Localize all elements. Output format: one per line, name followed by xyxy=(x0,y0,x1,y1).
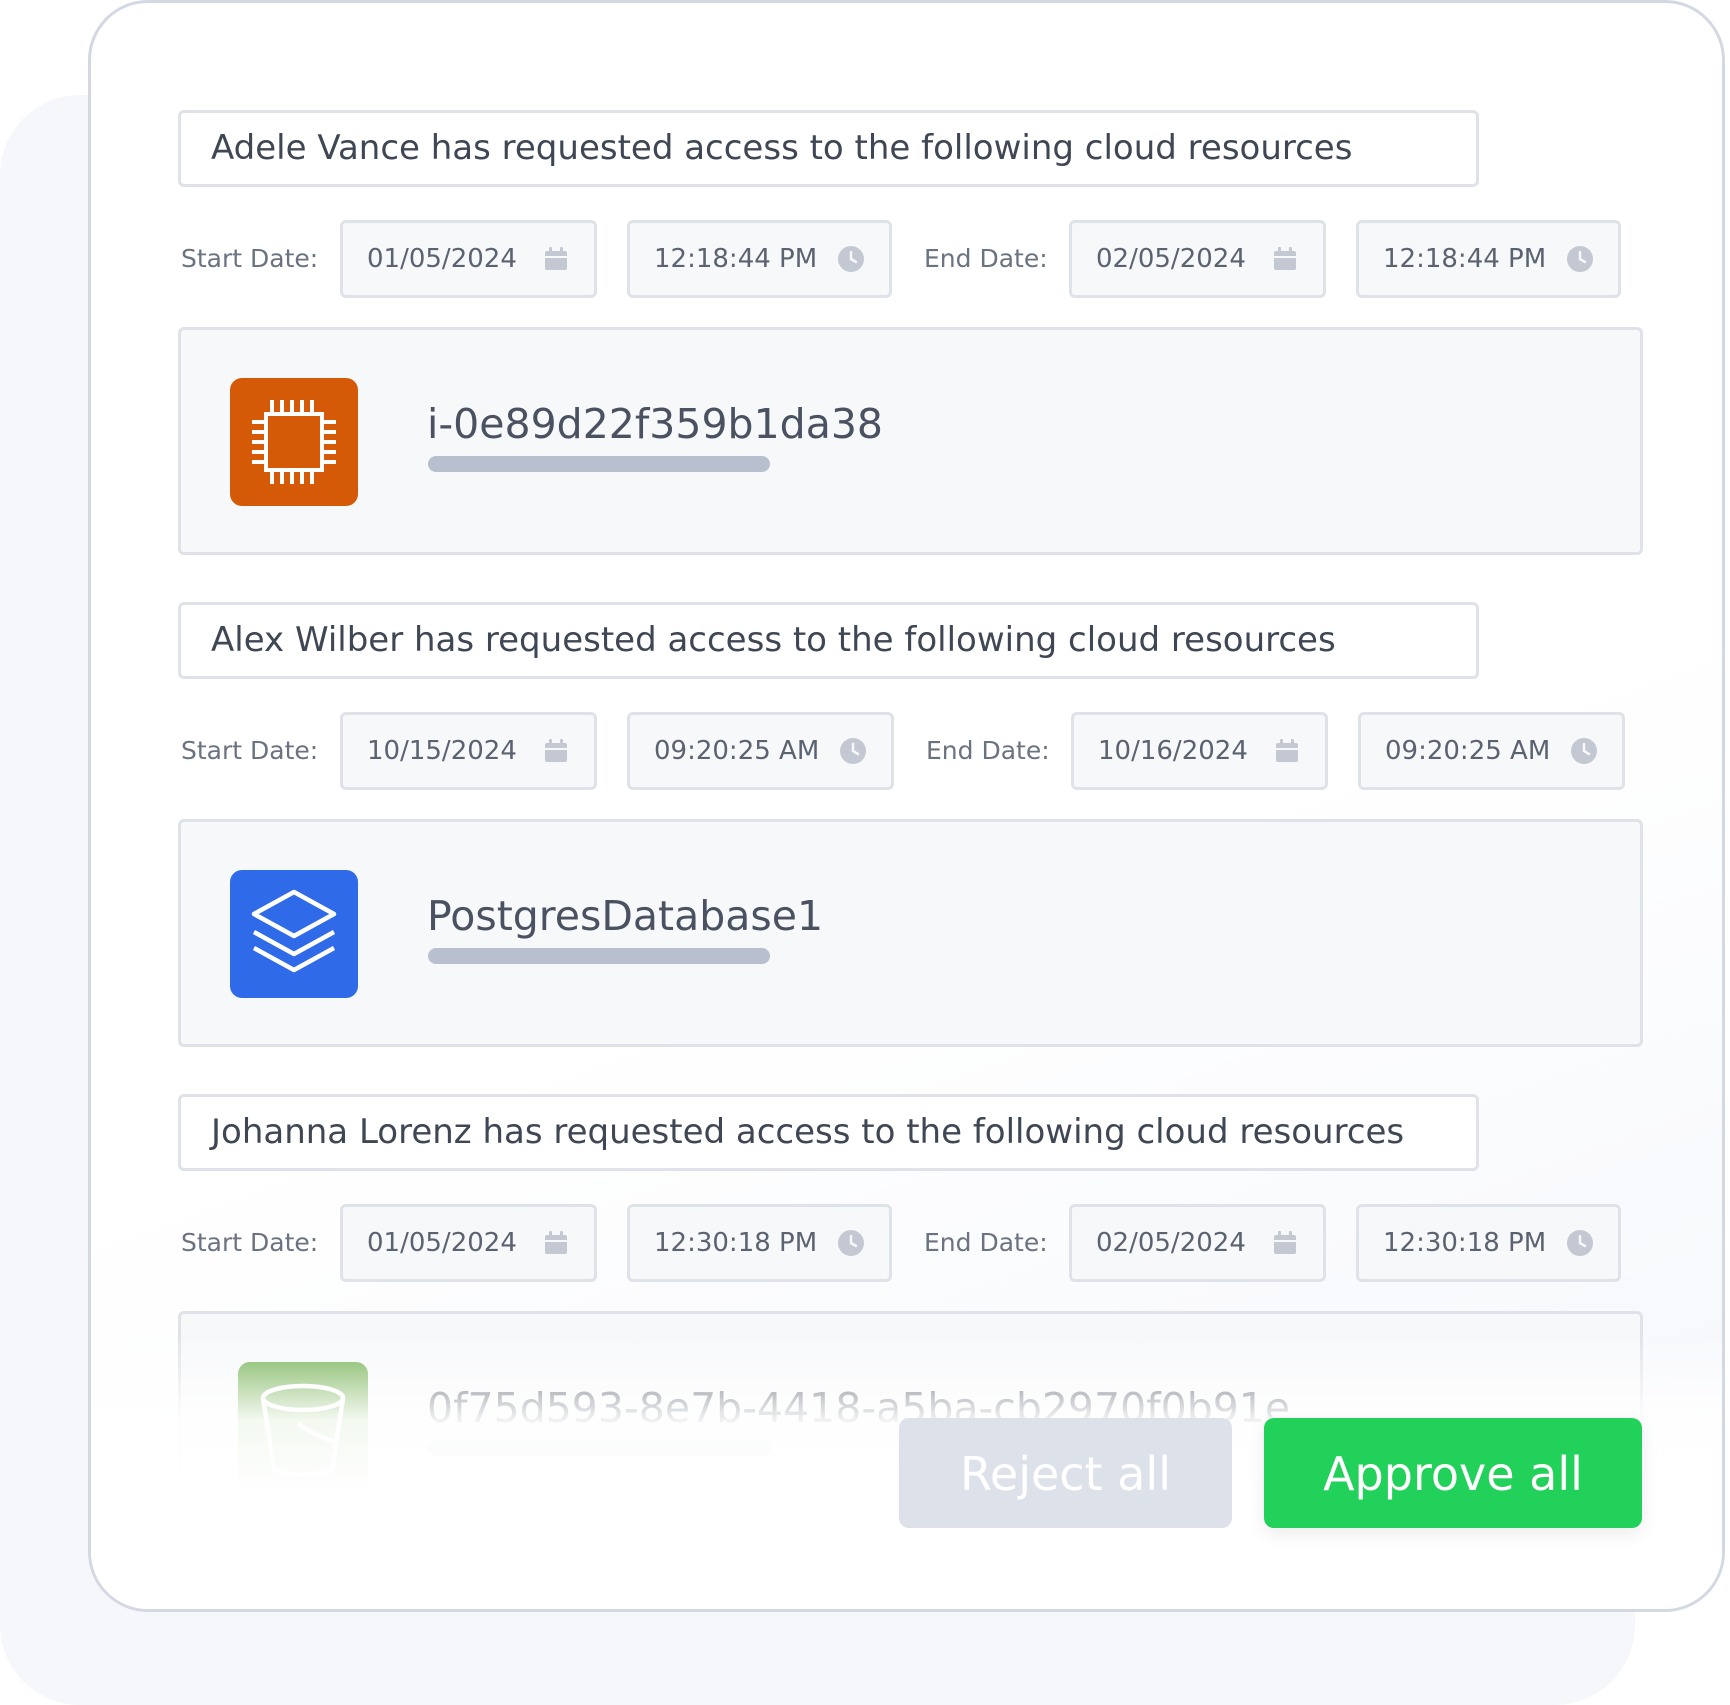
resource-detail-placeholder xyxy=(428,948,770,964)
clock-icon xyxy=(838,1230,864,1256)
end-date-label: End Date: xyxy=(926,736,1050,765)
resource-name: PostgresDatabase1 xyxy=(427,892,824,940)
resource-name: i-0e89d22f359b1da38 xyxy=(427,400,883,448)
end-date-value: 02/05/2024 xyxy=(1096,1228,1246,1258)
chip-icon xyxy=(230,378,358,506)
end-date-label: End Date: xyxy=(924,244,1048,273)
layers-icon xyxy=(230,870,358,998)
start-date-value: 01/05/2024 xyxy=(367,244,517,274)
end-date-value: 10/16/2024 xyxy=(1098,736,1248,766)
calendar-icon xyxy=(1274,1231,1296,1254)
start-date-label: Start Date: xyxy=(181,244,319,273)
clock-icon xyxy=(1567,246,1593,272)
reject-all-button[interactable]: Reject all xyxy=(899,1418,1232,1528)
start-date-label: Start Date: xyxy=(181,1228,319,1257)
start-time-field[interactable]: 12:18:44 PM xyxy=(627,220,892,298)
calendar-icon xyxy=(545,1231,567,1254)
end-time-value: 12:18:44 PM xyxy=(1383,244,1547,274)
resource-card[interactable]: i-0e89d22f359b1da38 xyxy=(178,327,1643,555)
start-date-field[interactable]: 01/05/2024 xyxy=(340,220,597,298)
end-date-field[interactable]: 02/05/2024 xyxy=(1069,1204,1326,1282)
resource-detail-placeholder xyxy=(428,456,770,472)
end-time-value: 09:20:25 AM xyxy=(1385,736,1551,766)
clock-icon xyxy=(840,738,866,764)
start-time-field[interactable]: 09:20:25 AM xyxy=(627,712,894,790)
end-time-field[interactable]: 12:18:44 PM xyxy=(1356,220,1621,298)
start-date-label: Start Date: xyxy=(181,736,319,765)
start-date-field[interactable]: 01/05/2024 xyxy=(340,1204,597,1282)
clock-icon xyxy=(1567,1230,1593,1256)
end-time-field[interactable]: 12:30:18 PM xyxy=(1356,1204,1621,1282)
calendar-icon xyxy=(545,247,567,270)
request-title: Alex Wilber has requested access to the … xyxy=(178,602,1479,679)
end-date-value: 02/05/2024 xyxy=(1096,244,1246,274)
end-date-label: End Date: xyxy=(924,1228,1048,1257)
access-requests-panel: Adele Vance has requested access to the … xyxy=(88,0,1725,1612)
clock-icon xyxy=(1571,738,1597,764)
calendar-icon xyxy=(1276,739,1298,762)
clock-icon xyxy=(838,246,864,272)
request-title: Adele Vance has requested access to the … xyxy=(178,110,1479,187)
start-date-field[interactable]: 10/15/2024 xyxy=(340,712,597,790)
end-date-field[interactable]: 10/16/2024 xyxy=(1071,712,1328,790)
start-time-field[interactable]: 12:30:18 PM xyxy=(627,1204,892,1282)
start-time-value: 12:30:18 PM xyxy=(654,1228,818,1258)
end-date-field[interactable]: 02/05/2024 xyxy=(1069,220,1326,298)
calendar-icon xyxy=(545,739,567,762)
start-time-value: 12:18:44 PM xyxy=(654,244,818,274)
end-time-field[interactable]: 09:20:25 AM xyxy=(1358,712,1625,790)
start-date-value: 01/05/2024 xyxy=(367,1228,517,1258)
approve-all-button[interactable]: Approve all xyxy=(1264,1418,1642,1528)
resource-card[interactable]: PostgresDatabase1 xyxy=(178,819,1643,1047)
request-title: Johanna Lorenz has requested access to t… xyxy=(178,1094,1479,1171)
start-date-value: 10/15/2024 xyxy=(367,736,517,766)
calendar-icon xyxy=(1274,247,1296,270)
start-time-value: 09:20:25 AM xyxy=(654,736,820,766)
end-time-value: 12:30:18 PM xyxy=(1383,1228,1547,1258)
